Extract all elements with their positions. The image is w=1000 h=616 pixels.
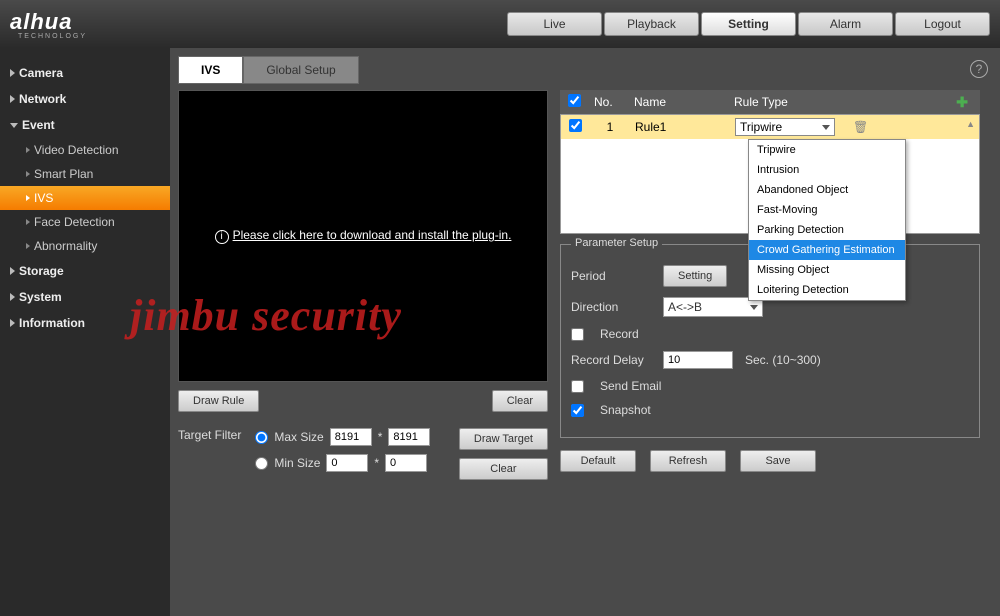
- sidebar-item-video-detection[interactable]: Video Detection: [0, 138, 170, 162]
- record-delay-label: Record Delay: [571, 353, 651, 367]
- col-name: Name: [634, 95, 724, 109]
- sidebar-item-storage[interactable]: Storage: [0, 258, 170, 284]
- period-setting-button[interactable]: Setting: [663, 265, 727, 287]
- sidebar-item-abnormality[interactable]: Abnormality: [0, 234, 170, 258]
- chevron-right-icon: [26, 171, 30, 177]
- min-height-input[interactable]: [385, 454, 427, 472]
- chevron-right-icon: [26, 147, 30, 153]
- tab-global-setup[interactable]: Global Setup: [243, 56, 358, 84]
- tab-ivs[interactable]: IVS: [178, 56, 243, 84]
- logo-subtitle: TECHNOLOGY: [18, 33, 87, 40]
- record-checkbox[interactable]: [571, 328, 584, 341]
- record-delay-input[interactable]: [663, 351, 733, 369]
- dd-tripwire[interactable]: Tripwire: [749, 140, 905, 160]
- rule-row[interactable]: 1 Rule1 Tripwire 🗑: [561, 115, 979, 139]
- scroll-up-icon[interactable]: ▲: [966, 119, 975, 129]
- sidebar-item-camera[interactable]: Camera: [0, 60, 170, 86]
- nav-alarm[interactable]: Alarm: [798, 12, 893, 36]
- rule-type-dropdown: Tripwire Intrusion Abandoned Object Fast…: [748, 139, 906, 301]
- record-label: Record: [600, 327, 639, 341]
- target-filter-label: Target Filter: [178, 428, 241, 442]
- chevron-right-icon: [26, 219, 30, 225]
- chevron-right-icon: [10, 69, 15, 77]
- clear-rule-button[interactable]: Clear: [492, 390, 548, 412]
- sidebar-item-ivs[interactable]: IVS: [0, 186, 170, 210]
- dd-intrusion[interactable]: Intrusion: [749, 160, 905, 180]
- sidebar-item-face-detection[interactable]: Face Detection: [0, 210, 170, 234]
- refresh-button[interactable]: Refresh: [650, 450, 726, 472]
- sidebar: Camera Network Event Video Detection Sma…: [0, 48, 170, 616]
- dropdown-arrow-icon: [750, 305, 758, 310]
- record-delay-unit: Sec. (10~300): [745, 353, 821, 367]
- min-size-radio[interactable]: [255, 457, 268, 470]
- dd-loitering[interactable]: Loitering Detection: [749, 280, 905, 300]
- draw-target-button[interactable]: Draw Target: [459, 428, 548, 450]
- nav-setting[interactable]: Setting: [701, 12, 796, 36]
- max-width-input[interactable]: [330, 428, 372, 446]
- chevron-down-icon: [10, 123, 18, 128]
- send-email-label: Send Email: [600, 379, 661, 393]
- sidebar-item-network[interactable]: Network: [0, 86, 170, 112]
- dd-missing[interactable]: Missing Object: [749, 260, 905, 280]
- logo: alhua: [10, 9, 72, 34]
- nav-playback[interactable]: Playback: [604, 12, 699, 36]
- sidebar-item-smart-plan[interactable]: Smart Plan: [0, 162, 170, 186]
- max-size-radio[interactable]: [255, 431, 268, 444]
- dropdown-arrow-icon: [822, 125, 830, 130]
- save-button[interactable]: Save: [740, 450, 816, 472]
- video-preview: i Please click here to download and insta…: [178, 90, 548, 382]
- send-email-checkbox[interactable]: [571, 380, 584, 393]
- chevron-right-icon: [26, 243, 30, 249]
- sidebar-item-system[interactable]: System: [0, 284, 170, 310]
- nav-live[interactable]: Live: [507, 12, 602, 36]
- default-button[interactable]: Default: [560, 450, 636, 472]
- add-rule-icon[interactable]: ✚: [956, 94, 968, 111]
- plugin-download-link[interactable]: Please click here to download and instal…: [233, 228, 512, 242]
- select-all-checkbox[interactable]: [568, 94, 581, 107]
- draw-rule-button[interactable]: Draw Rule: [178, 390, 259, 412]
- max-height-input[interactable]: [388, 428, 430, 446]
- chevron-right-icon: [10, 293, 15, 301]
- min-size-label: Min Size: [274, 456, 320, 470]
- rule-name: Rule1: [635, 120, 725, 134]
- sidebar-item-information[interactable]: Information: [0, 310, 170, 336]
- info-icon: i: [215, 230, 229, 244]
- rule-no: 1: [595, 120, 625, 134]
- snapshot-checkbox[interactable]: [571, 404, 584, 417]
- dd-abandoned[interactable]: Abandoned Object: [749, 180, 905, 200]
- clear-target-button[interactable]: Clear: [459, 458, 548, 480]
- period-label: Period: [571, 269, 651, 283]
- snapshot-label: Snapshot: [600, 403, 651, 417]
- sidebar-item-event[interactable]: Event: [0, 112, 170, 138]
- dd-parking[interactable]: Parking Detection: [749, 220, 905, 240]
- parameter-setup-title: Parameter Setup: [571, 237, 662, 249]
- max-size-label: Max Size: [274, 430, 323, 444]
- col-rule-type: Rule Type: [734, 95, 844, 109]
- dd-crowd-gathering[interactable]: Crowd Gathering Estimation: [749, 240, 905, 260]
- delete-rule-icon[interactable]: 🗑: [853, 120, 868, 134]
- rule-checkbox[interactable]: [569, 119, 582, 132]
- rules-table-body: 1 Rule1 Tripwire 🗑 ▲ Tripwire Intrusion …: [560, 114, 980, 234]
- chevron-right-icon: [10, 95, 15, 103]
- nav-logout[interactable]: Logout: [895, 12, 990, 36]
- chevron-right-icon: [26, 195, 30, 201]
- help-icon[interactable]: ?: [970, 60, 988, 78]
- chevron-right-icon: [10, 267, 15, 275]
- rule-type-select[interactable]: Tripwire: [735, 118, 835, 136]
- rules-table-header: No. Name Rule Type ✚: [560, 90, 980, 114]
- min-width-input[interactable]: [326, 454, 368, 472]
- top-nav: Live Playback Setting Alarm Logout: [507, 12, 990, 36]
- col-no: No.: [594, 95, 624, 109]
- direction-label: Direction: [571, 300, 651, 314]
- dd-fast-moving[interactable]: Fast-Moving: [749, 200, 905, 220]
- chevron-right-icon: [10, 319, 15, 327]
